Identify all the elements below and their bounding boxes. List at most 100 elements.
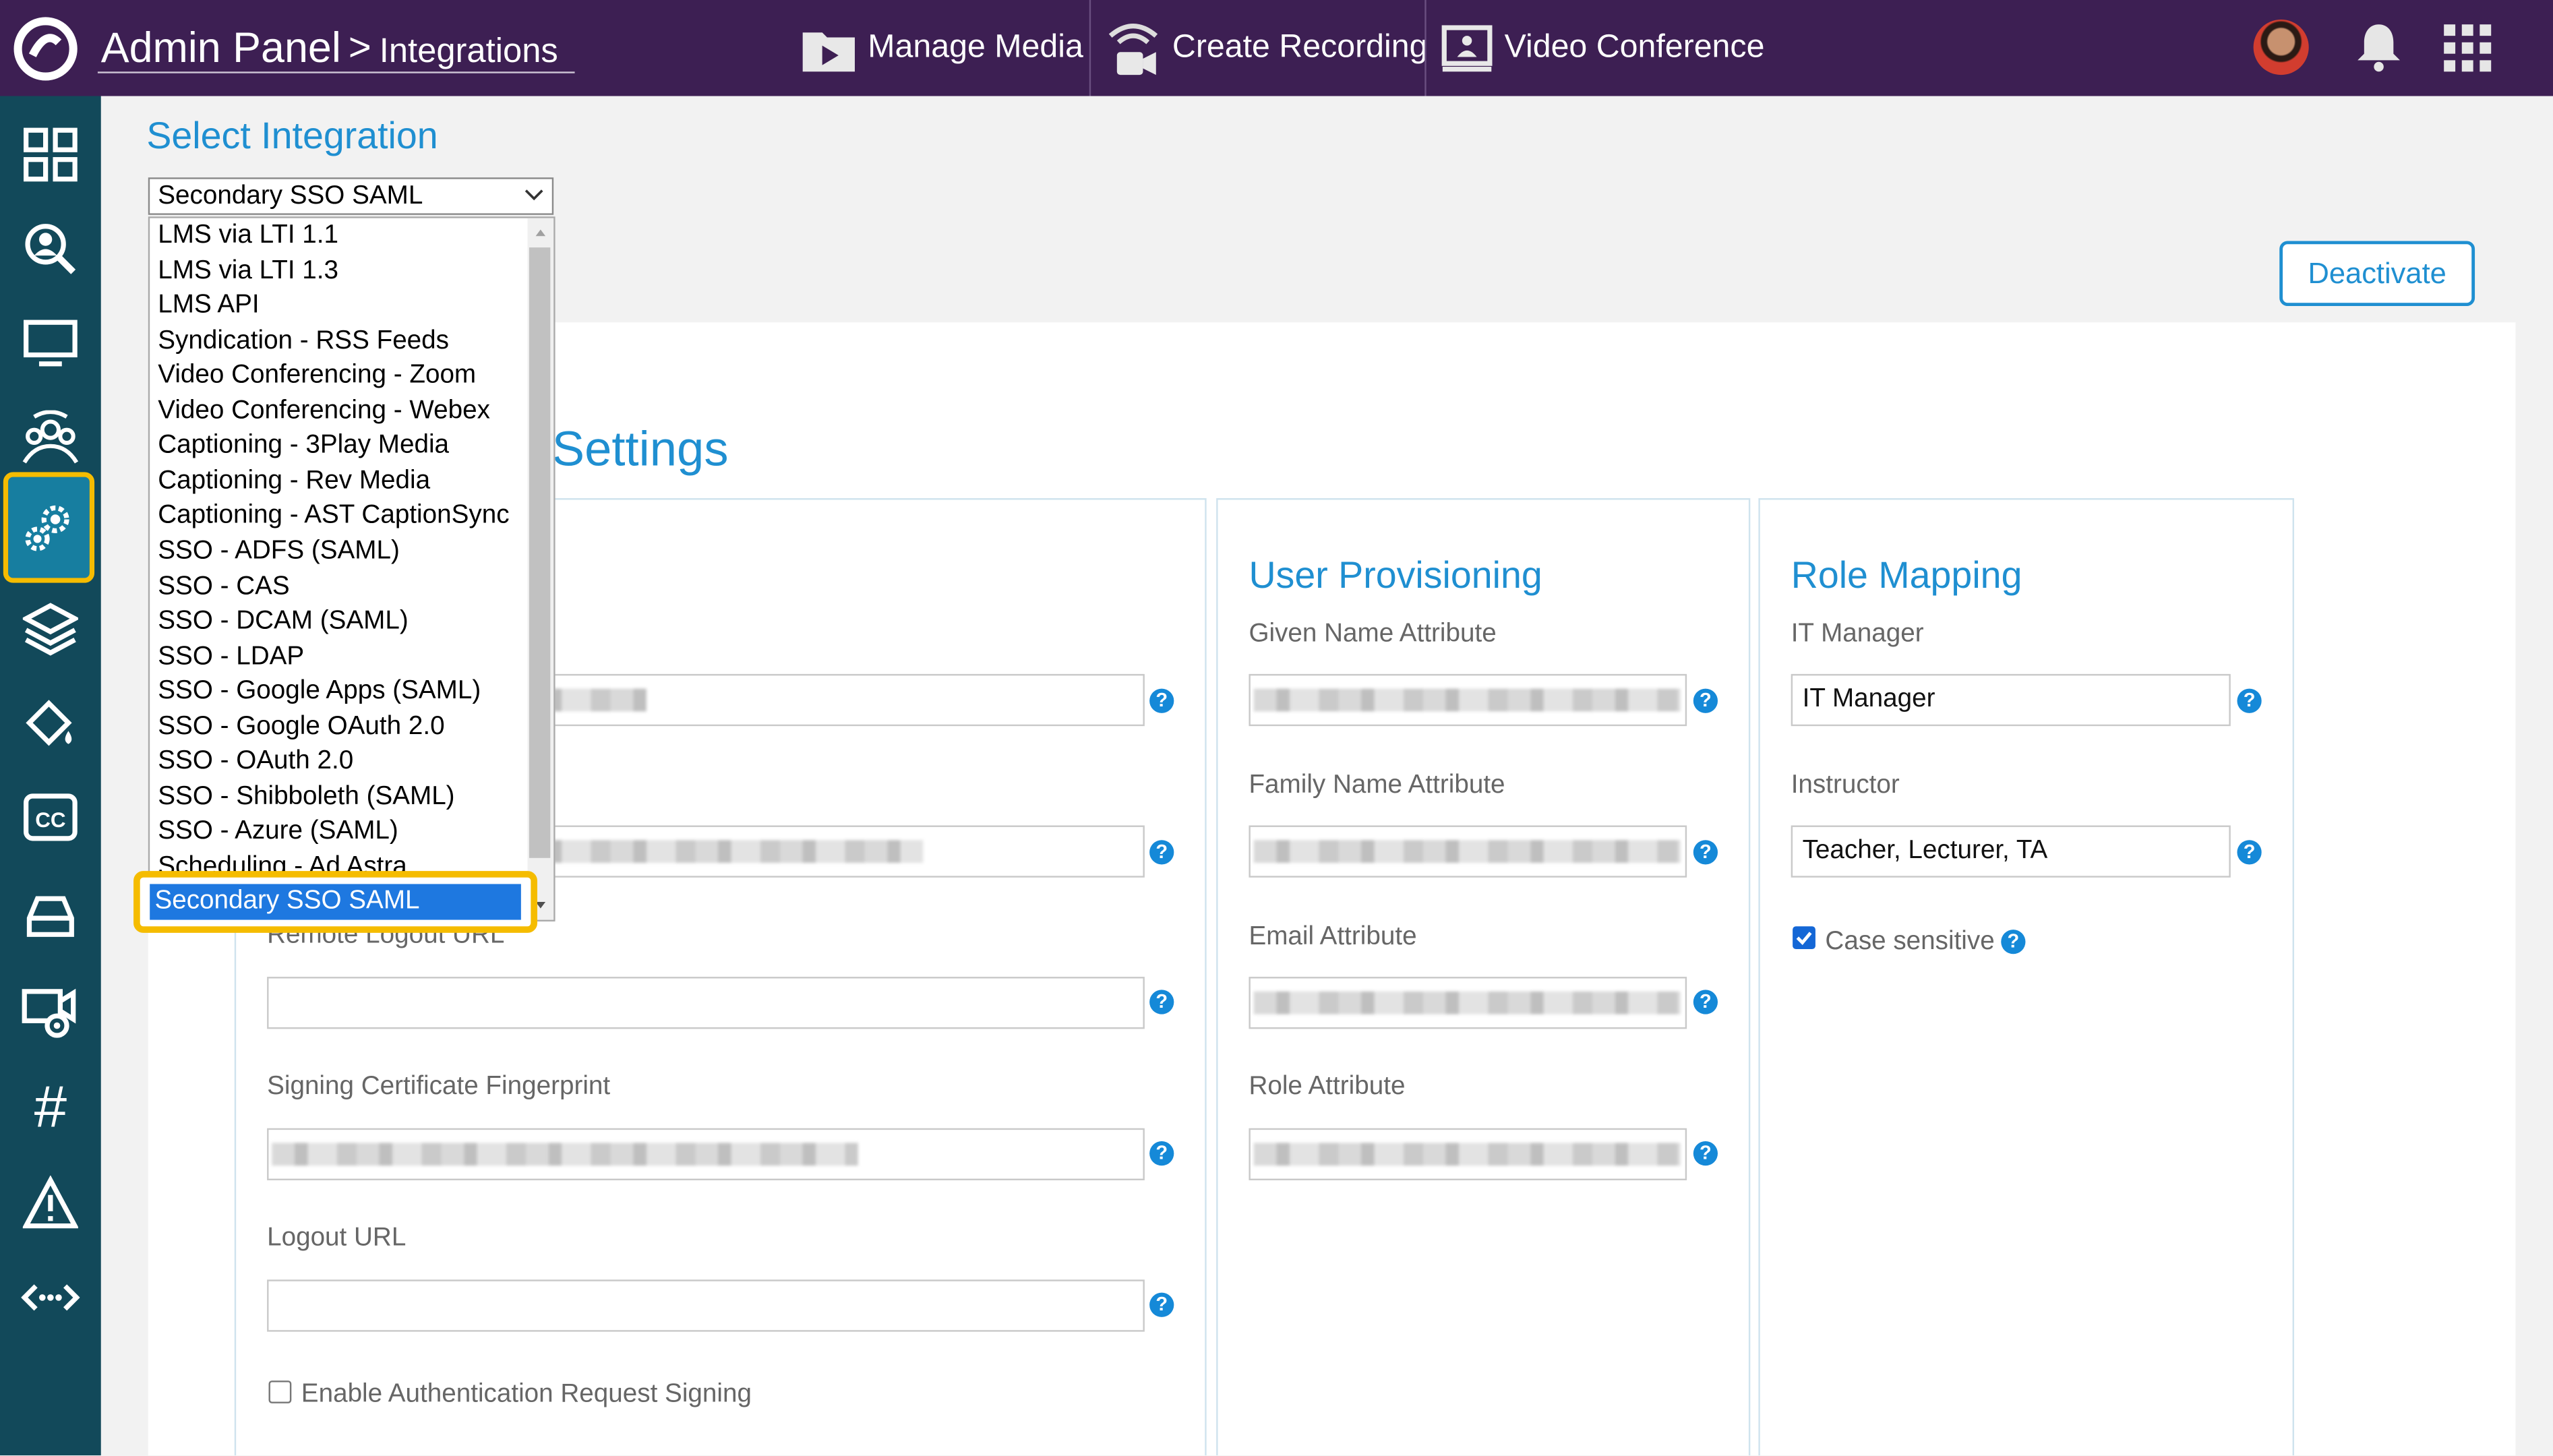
- deactivate-button[interactable]: Deactivate: [2279, 241, 2475, 307]
- dropdown-option[interactable]: LMS via LTI 1.1: [158, 221, 338, 250]
- help-icon[interactable]: ?: [2237, 840, 2262, 865]
- redacted-value: [1253, 1143, 1681, 1166]
- signing-fingerprint-label: Signing Certificate Fingerprint: [267, 1072, 611, 1101]
- dropdown-scrollbar[interactable]: [527, 218, 554, 920]
- help-icon[interactable]: ?: [2001, 930, 2026, 954]
- redacted-value: [1253, 688, 1681, 712]
- dropdown-option[interactable]: SSO - LDAP: [158, 642, 304, 671]
- dropdown-option[interactable]: Syndication - RSS Feeds: [158, 327, 449, 356]
- bell-icon[interactable]: [2351, 20, 2407, 75]
- sidebar-item-audience[interactable]: [0, 391, 101, 485]
- signing-fingerprint-input[interactable]: [267, 1128, 1145, 1181]
- dropdown-option[interactable]: Captioning - Rev Media: [158, 467, 430, 496]
- dropdown-option[interactable]: SSO - CAS: [158, 572, 289, 601]
- case-sensitive-label: Case sensitive: [1825, 928, 1995, 956]
- chevron-down-icon: [524, 189, 543, 201]
- dropdown-option[interactable]: Video Conferencing - Zoom: [158, 362, 476, 391]
- svg-text:#: #: [34, 1078, 67, 1133]
- sidebar-item-api[interactable]: [0, 1250, 101, 1345]
- logout-url-label: Logout URL: [267, 1224, 407, 1252]
- help-icon[interactable]: ?: [2237, 688, 2262, 713]
- nav-divider: [1424, 0, 1426, 96]
- user-avatar[interactable]: [2253, 19, 2309, 75]
- admin-panel-screen: Admin Panel > Integrations Manage Media …: [0, 0, 2553, 1456]
- remote-logout-input[interactable]: [267, 977, 1145, 1029]
- app-title[interactable]: Admin Panel: [101, 23, 341, 73]
- instructor-input[interactable]: Teacher, Lecturer, TA: [1791, 825, 2231, 878]
- dropdown-option[interactable]: SSO - Google Apps (SAML): [158, 677, 481, 706]
- dropdown-option[interactable]: LMS API: [158, 292, 259, 321]
- dropdown-option-selected[interactable]: Secondary SSO SAML: [150, 884, 521, 920]
- it-manager-input[interactable]: IT Manager: [1791, 673, 2231, 727]
- logout-url-input[interactable]: [267, 1279, 1145, 1332]
- audience-icon: [22, 410, 79, 464]
- sidebar-item-monitor[interactable]: [0, 297, 101, 391]
- user-provisioning-title: User Provisioning: [1249, 553, 1542, 596]
- role-attribute-label: Role Attribute: [1249, 1072, 1406, 1101]
- svg-text:CC: CC: [35, 808, 65, 832]
- nav-create-recording-label: Create Recording: [1172, 29, 1428, 65]
- dropdown-option[interactable]: SSO - ADFS (SAML): [158, 537, 400, 566]
- sidebar-item-theme[interactable]: [0, 675, 101, 770]
- dropdown-option[interactable]: Captioning - AST CaptionSync: [158, 502, 509, 531]
- help-icon[interactable]: ?: [1693, 990, 1718, 1014]
- nav-divider: [1089, 0, 1091, 96]
- dropdown-option[interactable]: SSO - Azure (SAML): [158, 818, 398, 847]
- case-sensitive-checkbox[interactable]: [1793, 926, 1815, 950]
- help-icon[interactable]: ?: [1693, 840, 1718, 865]
- dropdown-option[interactable]: LMS via LTI 1.3: [158, 257, 338, 286]
- dropdown-option[interactable]: SSO - Shibboleth (SAML): [158, 783, 454, 812]
- given-name-input[interactable]: [1249, 673, 1687, 727]
- drive-icon: [26, 896, 74, 937]
- layers-icon: [22, 603, 78, 656]
- enable-signing-checkbox[interactable]: [268, 1381, 292, 1403]
- help-icon[interactable]: ?: [1693, 688, 1718, 713]
- it-manager-label: IT Manager: [1791, 620, 1924, 648]
- help-icon[interactable]: ?: [1149, 1292, 1174, 1317]
- integration-select-value: Secondary SSO SAML: [158, 182, 423, 210]
- help-icon[interactable]: ?: [1149, 990, 1174, 1014]
- sidebar-item-alerts[interactable]: [0, 1156, 101, 1250]
- scroll-up-arrow-icon[interactable]: [528, 223, 554, 243]
- family-name-input[interactable]: [1249, 825, 1687, 878]
- api-arrows-icon: [21, 1284, 80, 1311]
- app-logo-icon[interactable]: [9, 16, 81, 82]
- highlighted-option-callout: Secondary SSO SAML: [133, 871, 538, 933]
- scrollbar-thumb[interactable]: [529, 247, 551, 858]
- dropdown-option[interactable]: Captioning - 3Play Media: [158, 432, 449, 461]
- email-attribute-input[interactable]: [1249, 977, 1687, 1029]
- sidebar-item-captions[interactable]: CC: [0, 770, 101, 864]
- sidebar-item-dashboard[interactable]: [0, 107, 101, 202]
- nav-manage-media[interactable]: Manage Media: [800, 0, 1083, 96]
- apps-grid-icon[interactable]: [2442, 23, 2494, 75]
- sidebar-item-layers[interactable]: [0, 581, 101, 675]
- hashtag-icon: #: [34, 1078, 67, 1133]
- dropdown-option[interactable]: Video Conferencing - Webex: [158, 397, 490, 426]
- checkmark-icon: [1796, 932, 1812, 945]
- dropdown-option[interactable]: SSO - OAuth 2.0: [158, 748, 353, 777]
- sidebar-item-video[interactable]: [0, 964, 101, 1058]
- sidebar-item-settings[interactable]: [3, 472, 95, 583]
- breadcrumb-integrations[interactable]: Integrations: [380, 32, 558, 71]
- select-integration-title: Select Integration: [146, 114, 438, 156]
- monitor-icon: [24, 320, 78, 367]
- enable-signing-label: Enable Authentication Request Signing: [301, 1381, 752, 1409]
- breadcrumb-underline: [97, 71, 575, 73]
- integration-dropdown-list[interactable]: LMS via LTI 1.1 LMS via LTI 1.3 LMS API Syn…: [148, 216, 555, 921]
- nav-video-conference[interactable]: Video Conference: [1439, 0, 1764, 96]
- role-attribute-input[interactable]: [1249, 1128, 1687, 1181]
- dropdown-option[interactable]: SSO - DCAM (SAML): [158, 607, 408, 636]
- help-icon[interactable]: ?: [1149, 1141, 1174, 1166]
- nav-create-recording[interactable]: Create Recording: [1104, 0, 1428, 96]
- help-icon[interactable]: ?: [1693, 1141, 1718, 1166]
- sidebar-item-search-users[interactable]: [0, 202, 101, 296]
- sidebar-item-storage[interactable]: [0, 870, 101, 964]
- search-users-icon: [25, 224, 76, 274]
- integration-select[interactable]: Secondary SSO SAML: [148, 177, 554, 215]
- sidebar-item-tags[interactable]: #: [0, 1058, 101, 1153]
- dropdown-option[interactable]: SSO - Google OAuth 2.0: [158, 712, 444, 741]
- recording-icon: [1108, 22, 1158, 74]
- help-icon[interactable]: ?: [1149, 688, 1174, 713]
- help-icon[interactable]: ?: [1149, 840, 1174, 865]
- breadcrumb-separator: >: [348, 26, 371, 70]
